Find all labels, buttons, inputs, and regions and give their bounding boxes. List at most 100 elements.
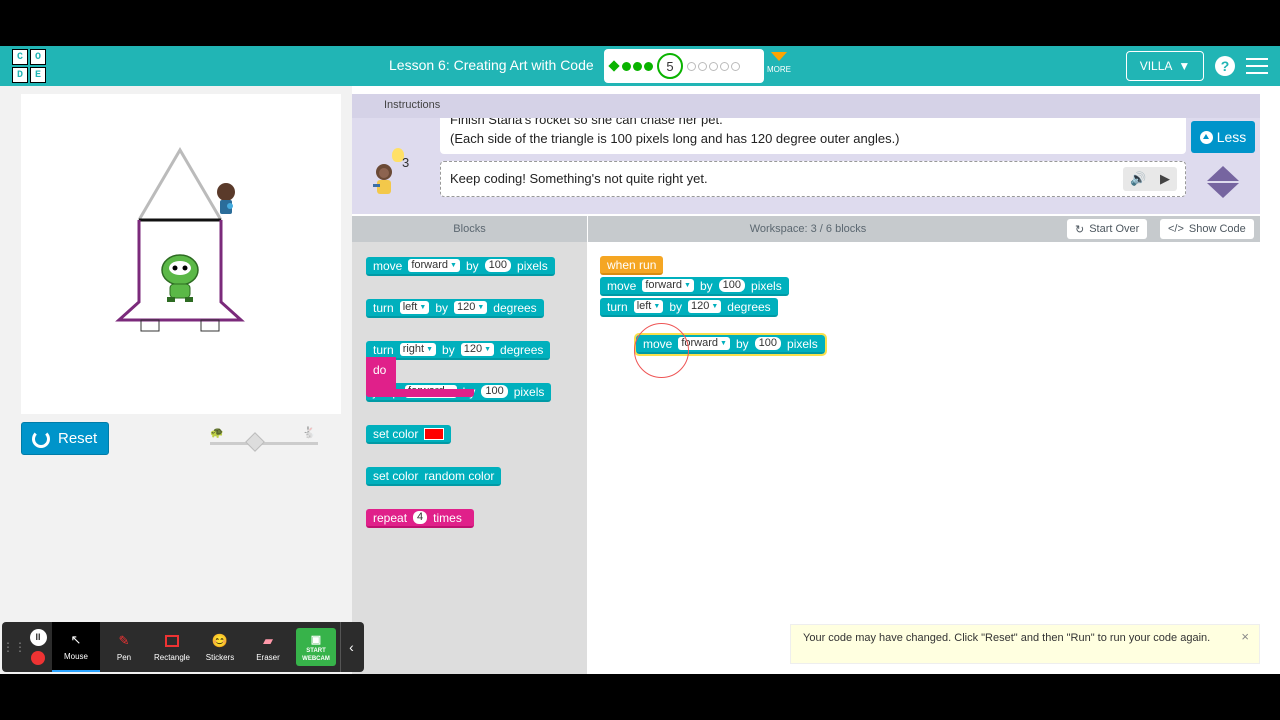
rectangle-tool[interactable]: Rectangle bbox=[148, 622, 196, 672]
pause-icon[interactable]: II bbox=[29, 629, 47, 646]
random-color-value: random color bbox=[424, 468, 495, 483]
eraser-icon: ▰ bbox=[263, 632, 273, 648]
caret-down-icon bbox=[771, 52, 787, 61]
block-by: by bbox=[669, 299, 682, 314]
when-run-block[interactable]: when run bbox=[600, 256, 664, 275]
cursor-icon: ↖ bbox=[70, 631, 82, 647]
level-dot[interactable] bbox=[709, 61, 718, 71]
speed-thumb[interactable] bbox=[245, 432, 265, 452]
toolbox-block-move[interactable]: move forward ▼ by 100 pixels bbox=[366, 257, 555, 276]
workspace-block-turn[interactable]: turn left ▼ by 120 ▼ degrees bbox=[600, 298, 778, 317]
resize-instructions-icon[interactable] bbox=[1205, 166, 1241, 200]
level-dot[interactable] bbox=[720, 61, 729, 71]
level-dot[interactable] bbox=[698, 61, 707, 71]
level-dot-complete[interactable] bbox=[622, 61, 631, 71]
collapse-toolbar-icon[interactable]: ‹ bbox=[340, 622, 362, 672]
angle-dropdown[interactable]: 120 ▼ bbox=[688, 300, 722, 313]
app-frame: C O D E Lesson 6: Creating Art with Code… bbox=[0, 46, 1280, 674]
toolbox-bottom bbox=[352, 662, 587, 674]
stop-icon[interactable] bbox=[31, 651, 45, 665]
code-logo[interactable]: C O D E bbox=[12, 49, 46, 83]
rocket-leg bbox=[200, 319, 220, 332]
play-icon[interactable]: ▶ bbox=[1160, 162, 1170, 196]
click-highlight-ring bbox=[634, 323, 689, 378]
level-dot-current[interactable]: 5 bbox=[657, 53, 683, 79]
speaker-icon[interactable]: 🔊 bbox=[1130, 162, 1146, 196]
level-dot-complete[interactable] bbox=[633, 61, 642, 71]
block-unit: degrees bbox=[493, 300, 537, 315]
direction-dropdown[interactable]: right ▼ bbox=[399, 343, 437, 356]
block-unit: degrees bbox=[727, 299, 771, 314]
code-icon: </> bbox=[1168, 223, 1184, 235]
repeat-do-label: do bbox=[373, 363, 387, 377]
less-button[interactable]: Less bbox=[1191, 121, 1255, 153]
angle-dropdown[interactable]: 120 ▼ bbox=[460, 343, 495, 356]
toolbox-block-set-random-color[interactable]: set color random color bbox=[366, 467, 502, 486]
block-verb: move bbox=[373, 258, 403, 273]
webcam-icon: ▣ bbox=[310, 633, 322, 646]
toolbox-block-repeat[interactable]: repeat 4 times bbox=[366, 509, 474, 528]
mouse-tool[interactable]: ↖ Mouse bbox=[52, 622, 100, 672]
reset-label: Reset bbox=[58, 430, 98, 447]
start-webcam-button[interactable]: ▣ START WEBCAM bbox=[296, 628, 336, 666]
block-by: by bbox=[442, 342, 455, 357]
more-button[interactable]: MORE bbox=[766, 52, 792, 74]
direction-dropdown[interactable]: forward▼ bbox=[642, 279, 694, 292]
start-over-button[interactable]: ↻ Start Over bbox=[1067, 219, 1148, 239]
hamburger-menu-icon[interactable] bbox=[1246, 58, 1268, 74]
logo-letter: C bbox=[12, 49, 28, 65]
block-by: by bbox=[735, 336, 749, 351]
artist-character bbox=[217, 183, 235, 214]
notification-text: Your code may have changed. Click "Reset… bbox=[803, 632, 1211, 644]
angle-dropdown[interactable]: 120 ▼ bbox=[454, 301, 488, 314]
tool-label: Eraser bbox=[256, 652, 280, 662]
block-unit: pixels bbox=[517, 258, 548, 273]
instruction-line: (Each side of the triangle is 100 pixels… bbox=[450, 131, 900, 146]
code-changed-notification: Your code may have changed. Click "Reset… bbox=[790, 624, 1260, 664]
sticker-icon: 😊 bbox=[211, 632, 229, 648]
direction-dropdown[interactable]: forward▼ bbox=[408, 259, 460, 272]
color-swatch[interactable] bbox=[424, 427, 445, 440]
stickers-tool[interactable]: 😊 Stickers bbox=[196, 622, 244, 672]
close-icon[interactable]: × bbox=[1241, 630, 1249, 644]
speed-slider[interactable]: 🐢 🐇 bbox=[208, 426, 320, 452]
user-menu-button[interactable]: VILLA ▼ bbox=[1126, 51, 1204, 81]
block-by: by bbox=[435, 300, 448, 315]
block-by: by bbox=[465, 258, 479, 273]
level-dot-complete[interactable] bbox=[644, 61, 653, 71]
direction-dropdown[interactable]: left ▼ bbox=[399, 301, 430, 314]
level-dot[interactable] bbox=[731, 61, 740, 71]
workspace-title: Workspace: 3 / 6 blocks bbox=[749, 223, 867, 235]
level-dot[interactable] bbox=[687, 61, 696, 71]
pen-icon: ✎ bbox=[118, 632, 130, 648]
logo-letter: O bbox=[30, 49, 46, 65]
drag-handle-icon[interactable]: ⋮⋮ bbox=[2, 640, 26, 654]
instructions-header: Instructions bbox=[352, 94, 1260, 118]
repeat-count-field[interactable]: 4 bbox=[413, 511, 428, 524]
direction-dropdown[interactable]: left ▼ bbox=[633, 300, 664, 313]
toolbox-block-turn-left[interactable]: turn left ▼ by 120 ▼ degrees bbox=[366, 299, 544, 318]
tool-label: Rectangle bbox=[153, 652, 191, 662]
tool-label: Pen bbox=[116, 652, 132, 662]
workspace-block-move[interactable]: move forward ▼ by 100 pixels bbox=[600, 277, 789, 296]
block-unit: pixels bbox=[751, 278, 782, 293]
number-field[interactable]: 100 bbox=[754, 337, 782, 350]
number-field[interactable]: 100 bbox=[718, 279, 746, 292]
level-diamond[interactable] bbox=[608, 60, 620, 72]
block-verb: move bbox=[607, 278, 637, 293]
recording-controls: II bbox=[24, 629, 52, 665]
tool-label: Stickers bbox=[205, 652, 235, 662]
show-code-button[interactable]: </> Show Code bbox=[1160, 219, 1254, 239]
help-icon[interactable]: ? bbox=[1215, 56, 1235, 76]
character-avatar[interactable] bbox=[368, 158, 408, 198]
number-field[interactable]: 100 bbox=[481, 385, 508, 398]
visualization-column: Reset 🐢 🐇 bbox=[0, 86, 352, 674]
toolbox-block-set-color[interactable]: set color bbox=[366, 425, 452, 444]
instructions-title: Instructions bbox=[384, 99, 441, 111]
number-field[interactable]: 100 bbox=[484, 259, 512, 272]
reset-button[interactable]: Reset bbox=[21, 422, 109, 455]
eraser-tool[interactable]: ▰ Eraser bbox=[244, 622, 292, 672]
chevron-down-icon: ▼ bbox=[1178, 59, 1191, 73]
pen-tool[interactable]: ✎ Pen bbox=[100, 622, 148, 672]
block-verb: turn bbox=[373, 342, 394, 357]
